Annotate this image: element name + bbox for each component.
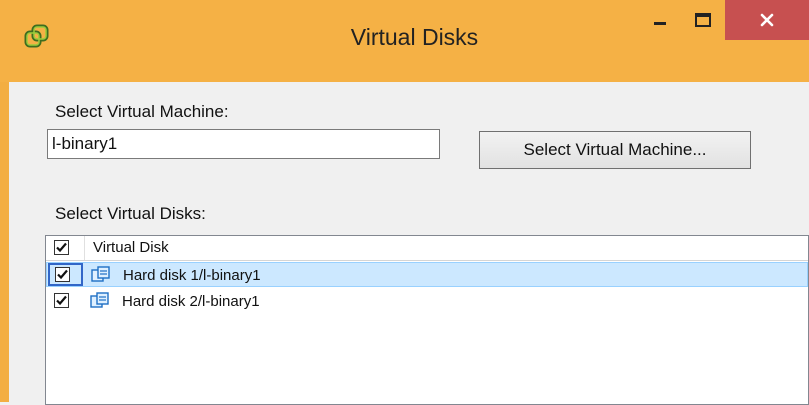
select-vm-label: Select Virtual Machine: (55, 102, 229, 121)
dialog-body: Select Virtual Machine: Select Virtual M… (9, 82, 809, 405)
checkmark-icon (56, 295, 67, 306)
row-checkbox[interactable] (54, 293, 69, 308)
close-button[interactable] (725, 0, 809, 40)
virtual-disk-icon (90, 292, 109, 308)
disk-label: Hard disk 2/l-binary1 (122, 293, 260, 310)
column-divider (84, 236, 85, 260)
virtual-disk-icon (91, 266, 110, 282)
select-vm-button[interactable]: Select Virtual Machine... (479, 131, 751, 169)
close-icon (760, 13, 774, 27)
list-header: Virtual Disk (46, 236, 808, 261)
title-bar[interactable]: Virtual Disks (0, 0, 809, 82)
select-disks-label: Select Virtual Disks: (55, 204, 206, 223)
virtual-disks-window: Virtual Disks Select Virtual Machine: Se… (0, 0, 809, 405)
vm-name-input[interactable] (47, 129, 440, 159)
column-header-virtual-disk[interactable]: Virtual Disk (93, 239, 169, 256)
disk-label: Hard disk 1/l-binary1 (123, 267, 261, 284)
minimize-icon (654, 22, 666, 25)
row-checkbox[interactable] (55, 267, 70, 282)
checkmark-icon (57, 269, 68, 280)
minimize-button[interactable] (640, 0, 680, 40)
list-item-hard-disk-1[interactable]: Hard disk 1/l-binary1 (46, 262, 808, 287)
checkmark-icon (56, 242, 67, 253)
maximize-icon (695, 13, 711, 27)
maximize-button[interactable] (683, 0, 723, 40)
select-all-checkbox[interactable] (54, 240, 69, 255)
list-item-hard-disk-2[interactable]: Hard disk 2/l-binary1 (46, 289, 808, 314)
virtual-disk-list[interactable]: Virtual Disk Hard disk 1/l-binary1 Hard … (45, 235, 809, 405)
